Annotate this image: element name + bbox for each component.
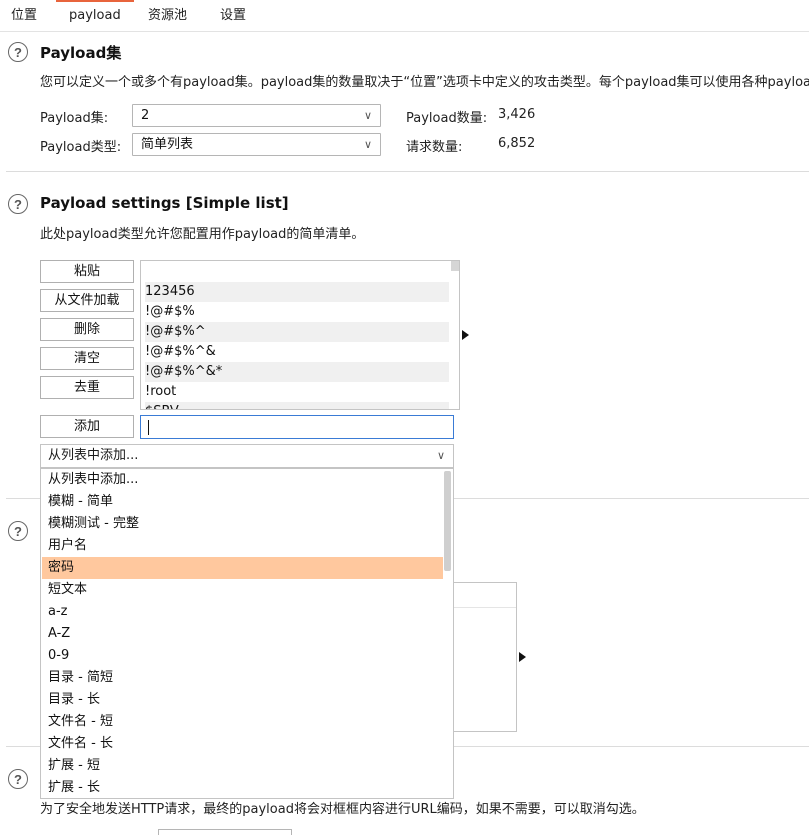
payload-count-value: 3,426 bbox=[498, 107, 536, 122]
tab-payload[interactable]: payload bbox=[56, 0, 134, 31]
text-caret bbox=[148, 420, 149, 435]
chevron-down-icon: ∨ bbox=[363, 109, 372, 122]
help-icon[interactable]: ? bbox=[8, 194, 28, 214]
add-from-list-menu[interactable]: 从列表中添加... 模糊 - 简单 模糊测试 - 完整 用户名 密码 短文本 a… bbox=[40, 468, 454, 799]
menu-scrollbar[interactable] bbox=[444, 471, 451, 571]
list-item[interactable]: 123456 bbox=[145, 282, 449, 302]
menu-item[interactable]: 模糊 - 简单 bbox=[42, 491, 443, 513]
payload-type-select[interactable]: 简单列表 ∨ bbox=[132, 133, 381, 156]
payload-set-value: 2 bbox=[141, 108, 150, 123]
list-item[interactable]: $SRV bbox=[145, 402, 449, 409]
triangle-right-icon[interactable] bbox=[519, 652, 526, 662]
list-item[interactable]: !@#$%^& bbox=[145, 342, 449, 362]
help-icon[interactable]: ? bbox=[8, 521, 28, 541]
add-from-list-select[interactable]: 从列表中添加... ∨ bbox=[40, 444, 454, 468]
menu-item-selected[interactable]: 密码 bbox=[42, 557, 443, 579]
request-count-value: 6,852 bbox=[498, 136, 536, 151]
remove-button[interactable]: 删除 bbox=[40, 318, 134, 341]
tab-bar: 位置 payload 资源池 设置 bbox=[0, 0, 809, 32]
table-header bbox=[454, 583, 516, 608]
menu-item[interactable]: 目录 - 长 bbox=[42, 689, 443, 711]
menu-item[interactable]: 模糊测试 - 完整 bbox=[42, 513, 443, 535]
payload-type-value: 简单列表 bbox=[141, 137, 194, 152]
menu-item[interactable]: 扩展 - 长 bbox=[42, 777, 443, 798]
payload-settings-description: 此处payload类型允许您配置用作payload的简单清单。 bbox=[40, 227, 365, 242]
payload-sets-title: Payload集 bbox=[40, 44, 122, 62]
clear-button[interactable]: 清空 bbox=[40, 347, 134, 370]
payload-settings-title: Payload settings [Simple list] bbox=[40, 194, 289, 212]
section-divider bbox=[6, 171, 809, 172]
encoding-chars-input[interactable] bbox=[158, 829, 292, 835]
menu-item[interactable]: 文件名 - 短 bbox=[42, 711, 443, 733]
chevron-down-icon: ∨ bbox=[436, 449, 445, 462]
list-scrollbar[interactable] bbox=[451, 261, 459, 271]
list-item[interactable]: !@#$%^ bbox=[145, 322, 449, 342]
dedupe-button[interactable]: 去重 bbox=[40, 376, 134, 399]
payload-type-label: Payload类型: bbox=[40, 140, 122, 155]
menu-item[interactable]: 短文本 bbox=[42, 579, 443, 601]
payload-sets-description: 您可以定义一个或多个有payload集。payload集的数量取决于“位置”选项… bbox=[40, 75, 809, 90]
add-from-list-value: 从列表中添加... bbox=[48, 448, 139, 463]
menu-item[interactable]: 扩展 - 短 bbox=[42, 755, 443, 777]
payload-set-select[interactable]: 2 ∨ bbox=[132, 104, 381, 127]
menu-item[interactable]: 用户名 bbox=[42, 535, 443, 557]
tab-settings[interactable]: 设置 bbox=[220, 6, 246, 26]
help-icon[interactable]: ? bbox=[8, 769, 28, 789]
payload-list[interactable]: 123456 !@#$% !@#$%^ !@#$%^& !@#$%^&* !ro… bbox=[140, 260, 460, 410]
list-item[interactable]: !@#$% bbox=[145, 302, 449, 322]
tab-resource-pool[interactable]: 资源池 bbox=[148, 6, 187, 26]
help-icon[interactable]: ? bbox=[8, 42, 28, 62]
tab-positions[interactable]: 位置 bbox=[11, 6, 37, 26]
encoding-description: 为了安全地发送HTTP请求，最终的payload将会对框框内容进行URL编码，如… bbox=[40, 802, 645, 817]
processing-rules-table bbox=[454, 582, 517, 732]
paste-button[interactable]: 粘贴 bbox=[40, 260, 134, 283]
menu-item[interactable]: 文件名 - 长 bbox=[42, 733, 443, 755]
list-item[interactable]: !root bbox=[145, 382, 449, 402]
chevron-down-icon: ∨ bbox=[363, 138, 372, 151]
add-button[interactable]: 添加 bbox=[40, 415, 134, 438]
add-payload-input[interactable] bbox=[140, 415, 454, 439]
payload-count-label: Payload数量: bbox=[406, 111, 488, 126]
triangle-right-icon[interactable] bbox=[462, 330, 469, 340]
menu-item[interactable]: a-z bbox=[42, 601, 443, 623]
load-from-file-button[interactable]: 从文件加载 bbox=[40, 289, 134, 312]
payload-set-label: Payload集: bbox=[40, 111, 109, 126]
menu-item[interactable]: A-Z bbox=[42, 623, 443, 645]
list-item[interactable]: !@#$%^&* bbox=[145, 362, 449, 382]
request-count-label: 请求数量: bbox=[406, 140, 463, 155]
menu-item[interactable]: 从列表中添加... bbox=[42, 469, 443, 491]
menu-item[interactable]: 目录 - 简短 bbox=[42, 667, 443, 689]
menu-item[interactable]: 0-9 bbox=[42, 645, 443, 667]
